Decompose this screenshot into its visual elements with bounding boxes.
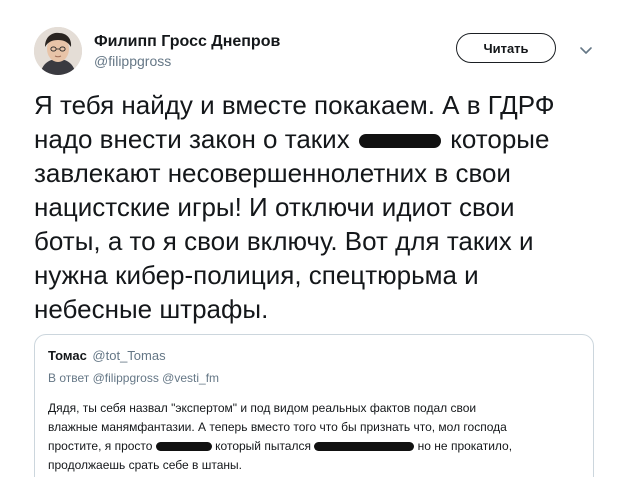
quote-line-part: простите, я просто xyxy=(48,439,153,453)
tweet-card: Филипп Гросс Днепров @filippgross Читать… xyxy=(0,0,629,477)
quote-line-part: который пытался xyxy=(215,439,311,453)
follow-button[interactable]: Читать xyxy=(456,33,556,63)
quote-line: продолжаешь срать себе в штаны. xyxy=(48,458,242,472)
tweet-line-part: надо внести закон о таких xyxy=(34,124,350,154)
chevron-down-icon[interactable] xyxy=(576,40,596,60)
author-name[interactable]: Филипп Гросс Днепров xyxy=(94,33,280,51)
reply-mention[interactable]: @filippgross xyxy=(93,371,159,385)
redaction-scribble xyxy=(155,442,212,452)
reply-prefix: В ответ xyxy=(48,371,90,385)
redaction-scribble xyxy=(314,442,415,452)
tweet-line: завлекают несовершеннолетних в свои xyxy=(34,158,511,188)
tweet-line: надо внести закон о таких которые xyxy=(34,122,614,156)
tweet-line: нацистские игры! И отключи идиот свои xyxy=(34,192,515,222)
avatar[interactable] xyxy=(34,27,82,75)
reply-mention[interactable]: @vesti_fm xyxy=(162,371,219,385)
quote-line: простите, я просто который пытался но не… xyxy=(48,437,588,456)
quote-author-name[interactable]: Томас xyxy=(48,348,87,363)
tweet-line: небесные штрафы. xyxy=(34,294,269,324)
author-handle[interactable]: @filippgross xyxy=(94,53,171,69)
quote-author-handle[interactable]: @tot_Tomas xyxy=(92,348,165,363)
quote-text: Дядя, ты себя назвал "экспертом" и под в… xyxy=(48,399,588,475)
tweet-line: Я тебя найду и вместе покакаем. А в ГДРФ xyxy=(34,90,555,120)
tweet-line: нужна кибер-полиция, спецтюрьма и xyxy=(34,260,479,290)
tweet-line-part: которые xyxy=(450,124,550,154)
quoted-tweet[interactable]: Томас @tot_Tomas В ответ @filippgross @v… xyxy=(34,334,594,477)
quote-line-part: но не прокатило, xyxy=(417,439,513,453)
reply-to-line: В ответ @filippgross @vesti_fm xyxy=(48,371,219,385)
quote-line: Дядя, ты себя назвал "экспертом" и под в… xyxy=(48,401,477,415)
quote-header: Томас @tot_Tomas xyxy=(48,348,166,363)
tweet-text: Я тебя найду и вместе покакаем. А в ГДРФ… xyxy=(34,88,614,326)
quote-line: влажные манямфантазии. А теперь вместо т… xyxy=(48,420,507,434)
redaction-scribble xyxy=(358,134,441,149)
tweet-line: боты, а то я свои включу. Вот для таких … xyxy=(34,226,534,256)
avatar-photo xyxy=(34,27,82,75)
